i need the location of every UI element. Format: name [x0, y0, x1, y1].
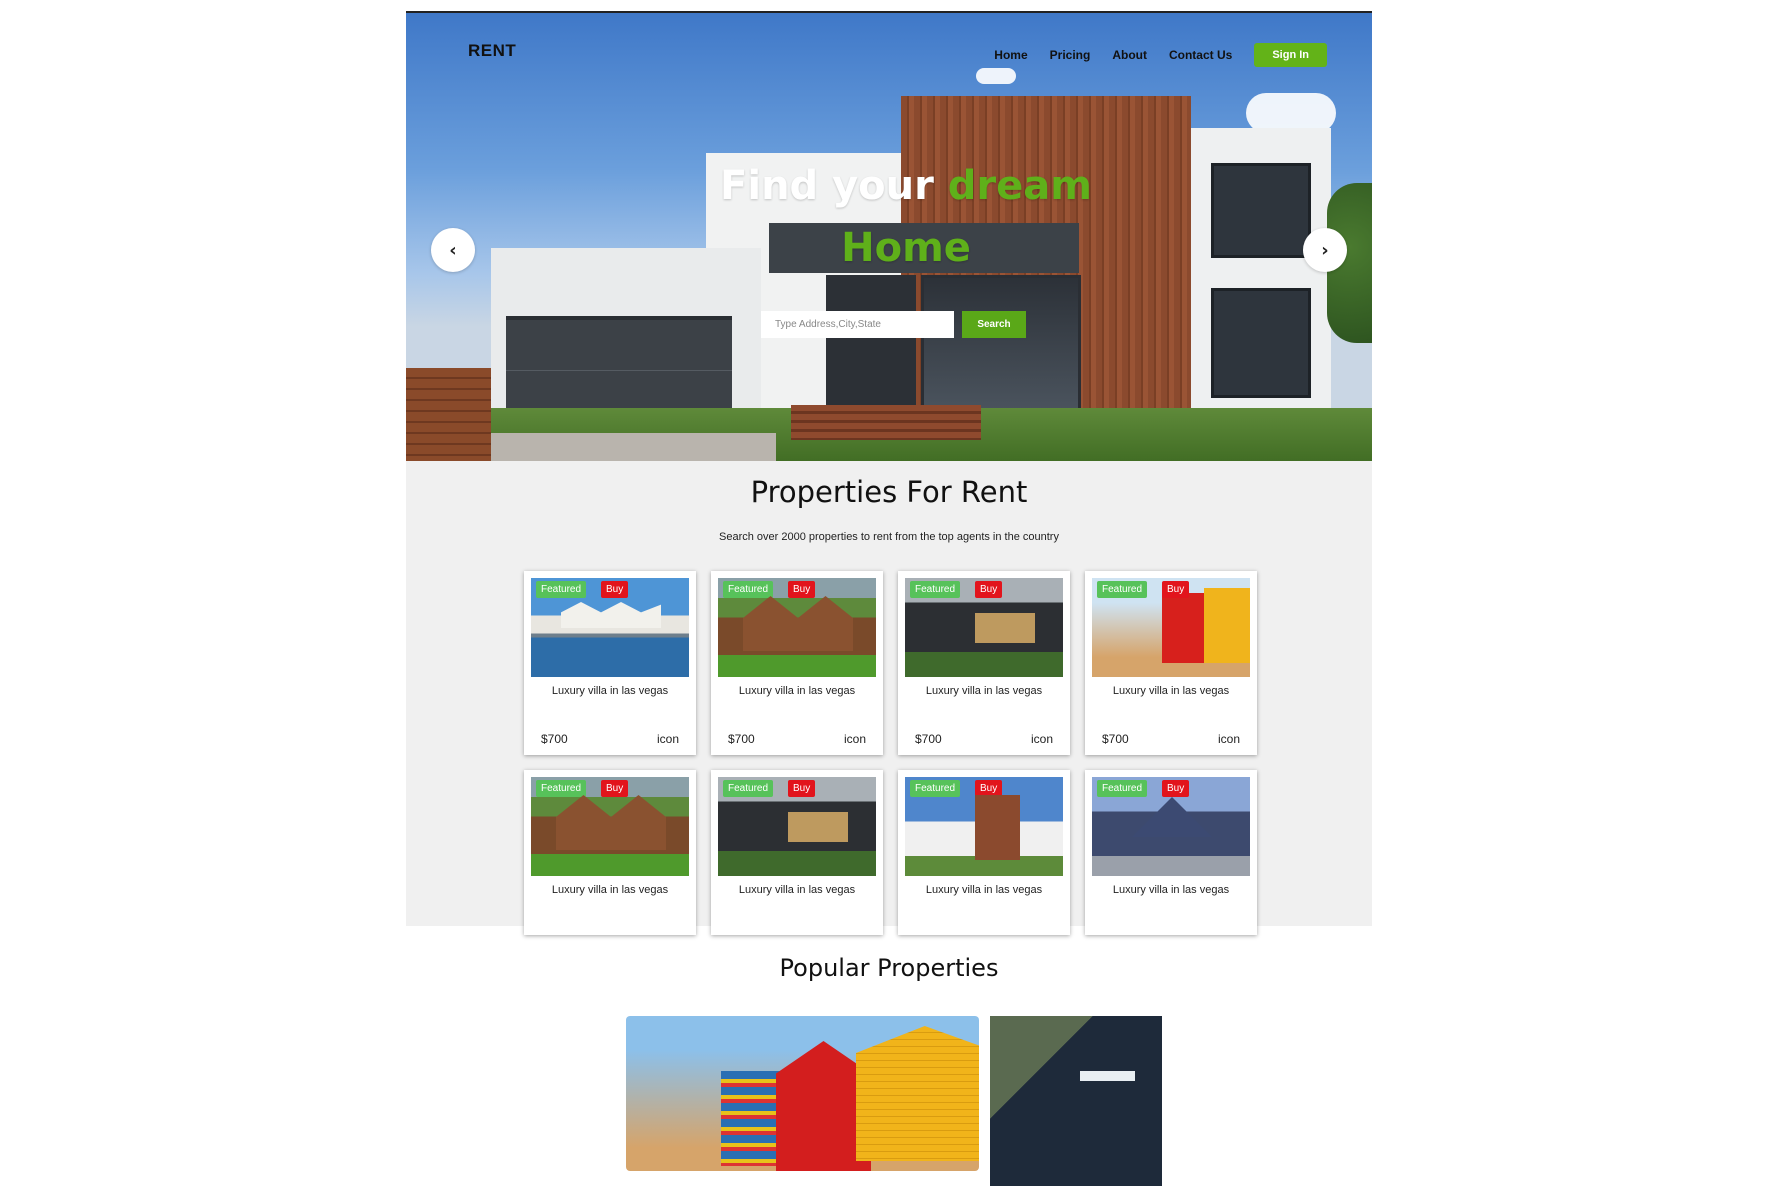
property-card[interactable]: Featured Buy Luxury villa in las vegas $…: [1085, 571, 1257, 755]
section-subtitle: Search over 2000 properties to rent from…: [719, 531, 1059, 543]
property-title[interactable]: Luxury villa in las vegas: [898, 685, 1070, 697]
property-icon[interactable]: icon: [1031, 732, 1053, 746]
beach-hut-decoration: [721, 1071, 781, 1166]
featured-badge: Featured: [1097, 581, 1148, 598]
headline-white-text: Find your: [720, 163, 934, 209]
property-card[interactable]: Featured Buy Luxury villa in las vegas: [524, 770, 696, 935]
property-title[interactable]: Luxury villa in las vegas: [1085, 884, 1257, 896]
buy-badge: Buy: [975, 780, 1003, 797]
property-title[interactable]: Luxury villa in las vegas: [711, 884, 883, 896]
buy-badge: Buy: [601, 780, 629, 797]
nav-pricing[interactable]: Pricing: [1050, 48, 1091, 62]
page: RENT Home Pricing About Contact Us Sign …: [406, 11, 1372, 1186]
property-grid: Featured Buy Luxury villa in las vegas $…: [524, 571, 1257, 935]
search-button[interactable]: Search: [962, 311, 1026, 338]
property-card[interactable]: Featured Buy Luxury villa in las vegas $…: [711, 571, 883, 755]
property-icon[interactable]: icon: [1218, 732, 1240, 746]
window: [1211, 288, 1311, 398]
property-price: $700: [1102, 732, 1129, 746]
property-title[interactable]: Luxury villa in las vegas: [524, 884, 696, 896]
buy-badge: Buy: [975, 581, 1003, 598]
nav-contact-us[interactable]: Contact Us: [1169, 48, 1232, 62]
buy-badge: Buy: [788, 581, 816, 598]
property-image[interactable]: Featured Buy: [718, 578, 876, 677]
beach-hut-decoration: [856, 1026, 979, 1161]
headline-green-text: dream: [947, 163, 1092, 209]
driveway: [446, 433, 776, 461]
popular-property-image[interactable]: [990, 1016, 1162, 1186]
property-image[interactable]: Featured Buy: [531, 777, 689, 876]
carousel-next-arrow-icon[interactable]: ›: [1303, 228, 1347, 272]
property-icon[interactable]: icon: [844, 732, 866, 746]
property-icon[interactable]: icon: [657, 732, 679, 746]
front-steps: [791, 405, 981, 440]
property-title[interactable]: Luxury villa in las vegas: [1085, 685, 1257, 697]
property-image[interactable]: Featured Buy: [718, 777, 876, 876]
popular-property-image[interactable]: [626, 1016, 979, 1171]
section-title: Popular Properties: [779, 954, 999, 982]
glass-wall: [921, 275, 1081, 415]
property-image[interactable]: Featured Buy: [1092, 777, 1250, 876]
property-card[interactable]: Featured Buy Luxury villa in las vegas $…: [898, 571, 1070, 755]
main-nav: Home Pricing About Contact Us Sign In: [994, 43, 1327, 67]
search-input[interactable]: [761, 311, 954, 338]
search-bar: Search: [761, 311, 1026, 338]
property-image[interactable]: Featured Buy: [531, 578, 689, 677]
property-card[interactable]: Featured Buy Luxury villa in las vegas $…: [524, 571, 696, 755]
featured-badge: Featured: [1097, 780, 1148, 797]
buy-badge: Buy: [788, 780, 816, 797]
property-card[interactable]: Featured Buy Luxury villa in las vegas: [1085, 770, 1257, 935]
featured-badge: Featured: [723, 780, 774, 797]
section-title: Properties For Rent: [750, 475, 1028, 509]
featured-badge: Featured: [910, 780, 961, 797]
buy-badge: Buy: [1162, 780, 1190, 797]
headline-green-text-2: Home: [841, 225, 971, 271]
property-image[interactable]: Featured Buy: [905, 578, 1063, 677]
property-title[interactable]: Luxury villa in las vegas: [898, 884, 1070, 896]
wooden-fence: [406, 368, 491, 461]
featured-badge: Featured: [910, 581, 961, 598]
featured-badge: Featured: [536, 780, 587, 797]
featured-badge: Featured: [723, 581, 774, 598]
hero-headline: Find your dream Home: [696, 155, 1116, 279]
property-title[interactable]: Luxury villa in las vegas: [711, 685, 883, 697]
property-price: $700: [915, 732, 942, 746]
cloud-decoration: [976, 68, 1016, 84]
property-image[interactable]: Featured Buy: [905, 777, 1063, 876]
properties-for-rent-section: Properties For Rent Search over 2000 pro…: [406, 461, 1372, 935]
window: [1211, 163, 1311, 258]
property-card[interactable]: Featured Buy Luxury villa in las vegas: [711, 770, 883, 935]
buy-badge: Buy: [601, 581, 629, 598]
cloud-decoration: [1246, 93, 1336, 133]
nav-about[interactable]: About: [1112, 48, 1147, 62]
property-title[interactable]: Luxury villa in las vegas: [524, 685, 696, 697]
property-price: $700: [541, 732, 568, 746]
property-price: $700: [728, 732, 755, 746]
nav-home[interactable]: Home: [994, 48, 1027, 62]
featured-badge: Featured: [536, 581, 587, 598]
property-card[interactable]: Featured Buy Luxury villa in las vegas: [898, 770, 1070, 935]
carousel-prev-arrow-icon[interactable]: ‹: [431, 228, 475, 272]
buy-badge: Buy: [1162, 581, 1190, 598]
brand-logo[interactable]: RENT: [468, 41, 516, 61]
front-door: [826, 275, 916, 415]
property-image[interactable]: Featured Buy: [1092, 578, 1250, 677]
sign-in-button[interactable]: Sign In: [1254, 43, 1327, 67]
hero-banner: RENT Home Pricing About Contact Us Sign …: [406, 11, 1372, 461]
